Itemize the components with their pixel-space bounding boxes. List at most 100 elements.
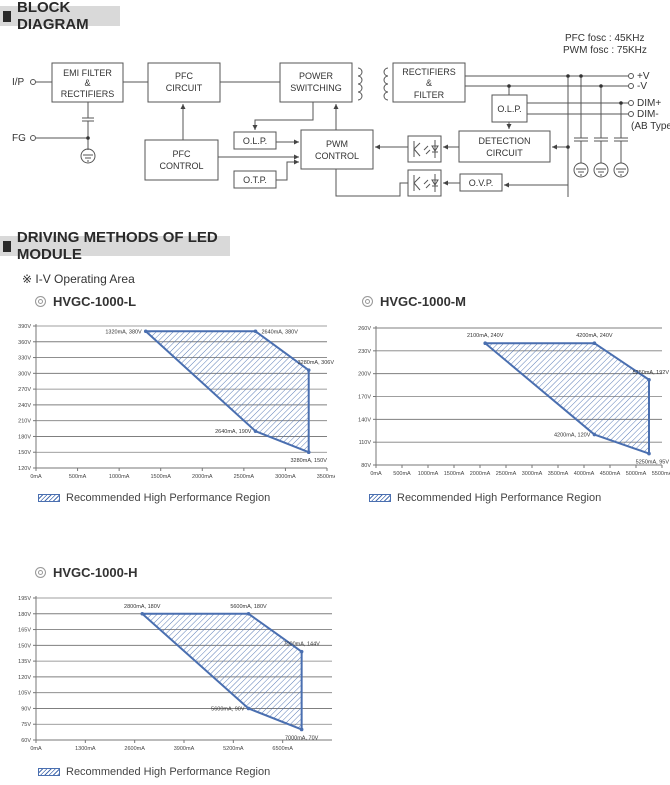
y-tick-label: 330V (18, 356, 31, 362)
ring-bullet-icon (362, 296, 373, 307)
label-olp-left: O.L.P. (243, 136, 267, 146)
x-tick-label: 3000mA (275, 474, 296, 480)
section-title: DRIVING METHODS OF LED MODULE (16, 229, 218, 263)
x-tick-label: 3900mA (174, 746, 195, 752)
y-tick-label: 90V (21, 706, 31, 712)
y-tick-label: 120V (18, 466, 31, 472)
y-tick-label: 110V (359, 440, 372, 446)
data-label: 5600mA, 180V (230, 604, 267, 610)
vertex-point (253, 329, 258, 334)
x-tick-label: 4500mA (600, 471, 621, 477)
y-tick-label: 180V (18, 612, 31, 618)
x-tick-label: 0mA (30, 746, 42, 752)
label-emi-amp: & (84, 78, 90, 88)
vertex-point (143, 329, 148, 334)
label-pwm: PWM (326, 139, 348, 149)
vertex-point (306, 368, 311, 372)
x-tick-label: 3500mA (317, 474, 335, 480)
vertex-point (299, 727, 304, 732)
vertex-point (246, 706, 251, 711)
vertex-point (253, 429, 258, 433)
legend-l: Recommended High Performance Region (38, 492, 270, 504)
y-tick-label: 195V (18, 596, 31, 602)
terminal-ip (30, 79, 36, 85)
label-ovp: O.V.P. (469, 178, 494, 188)
section-header-driving-methods: DRIVING METHODS OF LED MODULE (0, 229, 230, 263)
vertex-point (299, 649, 304, 654)
y-tick-label: 390V (18, 324, 31, 330)
x-tick-label: 1000mA (418, 471, 439, 477)
x-tick-label: 500mA (393, 471, 411, 477)
pwm-freq-note: PWM fosc : 75KHz (563, 45, 647, 56)
iv-operating-area-title: ※ I-V Operating Area (22, 272, 135, 286)
pfc-freq-note: PFC fosc : 45KHz (565, 33, 644, 44)
x-tick-label: 2000mA (192, 474, 213, 480)
data-label: 4200mA, 240V (576, 333, 613, 339)
data-label: 5600mA, 90V (211, 706, 245, 712)
y-tick-label: 300V (18, 371, 31, 377)
data-label: 2100mA, 240V (467, 333, 504, 339)
label-pfc-ctrl: PFC (173, 149, 192, 159)
y-tick-label: 360V (18, 340, 31, 346)
ground-icon (80, 148, 96, 164)
chart-hvgc-1000-h: 60V 75V 90V 105V 120V 135V 150V 165V 180V 195V 0mA… (18, 596, 332, 752)
y-tick-label: 240V (18, 403, 31, 409)
y-tick-label: 270V (18, 387, 31, 393)
y-tick-label: 60V (21, 738, 31, 744)
vertex-point (592, 341, 597, 346)
y-tick-label: 120V (18, 675, 31, 681)
hatch-swatch-icon (38, 494, 60, 502)
vertex-point (647, 377, 651, 382)
square-bullet-icon (3, 240, 11, 252)
ground-icon (613, 162, 629, 178)
label-otp: O.T.P. (243, 175, 267, 185)
chart-title-m: HVGC-1000-M (362, 294, 466, 309)
y-tick-label: 140V (358, 417, 371, 423)
y-tick-label: 80V (361, 463, 371, 469)
x-tick-label: 1300mA (75, 746, 96, 752)
y-tick-label: 75V (21, 722, 31, 728)
x-tick-label: 1500mA (150, 474, 171, 480)
data-label: 2640mA, 380V (261, 329, 298, 335)
legend-label: Recommended High Performance Region (66, 766, 271, 778)
x-tick-label: 5200mA (223, 746, 244, 752)
x-tick-label: 6500mA (272, 746, 293, 752)
chart-title-h: HVGC-1000-H (35, 565, 138, 580)
y-tick-label: 150V (18, 450, 31, 456)
data-label: 5250mA, 192V (633, 370, 670, 376)
label-circuit: CIRCUIT (486, 148, 523, 158)
data-label: 7000mA, 144V (283, 642, 320, 648)
label-pfc-circuit: CIRCUIT (166, 83, 203, 93)
chart-title-text: HVGC-1000-L (53, 294, 137, 309)
legend-label: Recommended High Performance Region (66, 492, 271, 504)
x-tick-label: 5000mA (626, 471, 647, 477)
block-pfc-control (144, 139, 219, 181)
vertex-point (647, 451, 651, 456)
vertex-point (483, 341, 487, 346)
label-pwm-control: CONTROL (315, 151, 359, 161)
y-tick-label: 210V (18, 419, 31, 425)
label-emi: EMI FILTER (63, 68, 112, 78)
data-label: 7000mA, 70V (285, 735, 319, 741)
data-label: 2640mA, 190V (215, 429, 252, 435)
label-minus-v: -V (637, 81, 647, 92)
section-header-block-diagram: BLOCK DIAGRAM (0, 0, 120, 33)
y-tick-label: 260V (358, 326, 371, 332)
label-control: CONTROL (159, 161, 203, 171)
chart-hvgc-1000-m: 80V 110V 140V 170V 200V 230V 260V 0mA 500mA 1000m… (358, 326, 670, 477)
x-tick-label: 1000mA (109, 474, 130, 480)
x-tick-label: 0mA (30, 474, 42, 480)
chart-hvgc-1000-l: 120V 150V 180V 210V 240V 270V 300V 330V 360V 390V… (18, 324, 335, 480)
hatch-swatch-icon (369, 494, 391, 502)
x-tick-label: 1500mA (444, 471, 465, 477)
y-tick-label: 170V (358, 395, 371, 401)
label-emi-rect: RECTIFIERS (61, 89, 115, 99)
legend-label: Recommended High Performance Region (397, 492, 602, 504)
x-tick-label: 4000mA (574, 471, 595, 477)
y-tick-label: 180V (18, 434, 31, 440)
vertex-point (592, 432, 597, 437)
label-rect-amp: & (426, 78, 432, 88)
x-tick-label: 2500mA (234, 474, 255, 480)
chart-title-l: HVGC-1000-L (35, 294, 136, 309)
label-switching: SWITCHING (290, 83, 342, 93)
